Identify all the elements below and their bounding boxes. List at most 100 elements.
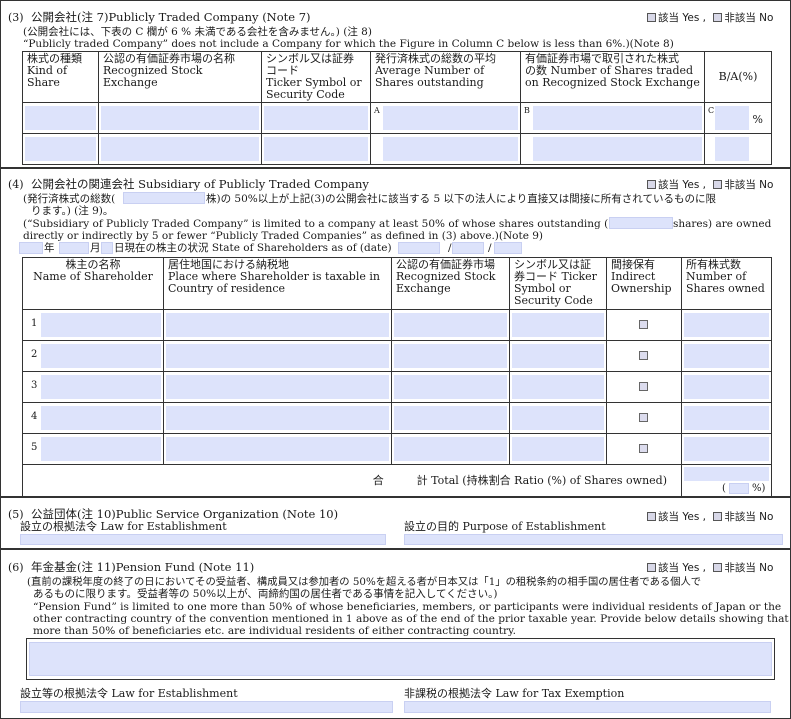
header-taxable-place: 居住地国における納税地 Place where Shareholder is t… xyxy=(163,257,392,310)
exchange-field-1[interactable] xyxy=(98,102,262,134)
taxable-place-field[interactable] xyxy=(163,340,392,372)
section-4-no-checkbox[interactable] xyxy=(713,180,723,189)
ba-percent-field-2[interactable] xyxy=(704,133,772,165)
section-6-details-field[interactable] xyxy=(29,642,772,676)
section-5-yes-checkbox[interactable] xyxy=(647,512,656,521)
shareholders-table: 株主の名称 Name of Shareholder 居住地国における納税地 Pl… xyxy=(22,257,772,497)
shareholder-name-field[interactable]: 5 xyxy=(22,433,164,465)
total-shares-field[interactable] xyxy=(684,467,769,481)
section-3-no-checkbox[interactable] xyxy=(713,13,723,22)
indirect-ownership-cell xyxy=(606,309,682,341)
shares-owned-field[interactable] xyxy=(681,340,772,372)
date-year-label: 年 xyxy=(44,242,55,254)
exchange-field[interactable] xyxy=(391,340,510,372)
section-3-title: 公開会社(注 7)Publicly Traded Company (Note 7… xyxy=(31,10,311,24)
avg-shares-field-a[interactable]: A xyxy=(370,102,521,134)
form-page: (3) 公開会社(注 7)Publicly Traded Company (No… xyxy=(0,0,791,719)
section-6-jp-line1: (直前の課税年度の終了の日においてその受益者、構成員又は参加者の 50%を超える… xyxy=(27,576,702,588)
shares-traded-field-2[interactable] xyxy=(520,133,705,165)
section-5-yes-no: 該当 Yes , 非該当 No xyxy=(647,509,773,524)
date-en-field-2[interactable] xyxy=(452,242,484,254)
total-shares-outstanding-jp-field[interactable] xyxy=(123,192,205,204)
section-5-no-checkbox[interactable] xyxy=(713,512,723,521)
section-4-yes-checkbox[interactable] xyxy=(647,180,656,189)
kind-of-share-field-1[interactable] xyxy=(22,102,99,134)
section-5-purpose-field[interactable] xyxy=(404,534,783,545)
shareholder-name-field[interactable]: 2 xyxy=(22,340,164,372)
shareholder-name-field[interactable]: 4 xyxy=(22,402,164,434)
exchange-field[interactable] xyxy=(391,371,510,403)
percent-sign: % xyxy=(752,113,763,126)
date-state-label: 日現在の株主の状況 State of Shareholders as of (d… xyxy=(114,242,392,254)
indirect-ownership-checkbox[interactable] xyxy=(639,351,648,360)
header-recognized-exchange: 公認の有価証券市場の名称 Recognized Stock Exchange xyxy=(98,51,262,103)
section-5-purpose-label: 設立の目的 Purpose of Establishment xyxy=(404,520,606,533)
section-5-law-field[interactable] xyxy=(20,534,386,545)
ticker-field[interactable] xyxy=(509,402,607,434)
indirect-ownership-checkbox[interactable] xyxy=(639,413,648,422)
total-row: 合 計 Total (持株割合 Ratio (%) of Shares owne… xyxy=(22,464,772,497)
date-month-jp-field[interactable] xyxy=(59,242,89,254)
shareholder-name-field[interactable]: 1 xyxy=(22,309,164,341)
avg-shares-field-2[interactable] xyxy=(370,133,521,165)
section-6-en-line1: “Pension Fund” is limited to one more th… xyxy=(33,601,782,613)
date-day-jp-field[interactable] xyxy=(101,242,113,254)
date-slash-2: / xyxy=(488,242,492,254)
shares-owned-field[interactable] xyxy=(681,402,772,434)
ticker-field[interactable] xyxy=(509,309,607,341)
section-6-no-checkbox[interactable] xyxy=(713,563,723,572)
no-label: 非該当 No xyxy=(724,562,774,574)
total-label-cell: 合 計 Total (持株割合 Ratio (%) of Shares owne… xyxy=(22,464,682,497)
indirect-ownership-checkbox[interactable] xyxy=(639,444,648,453)
ticker-field-2[interactable] xyxy=(261,133,371,165)
section-6-law-field[interactable] xyxy=(20,701,393,713)
total-ratio-field[interactable] xyxy=(729,483,749,494)
section-4-jp-line2: ります。) (注 9)。 xyxy=(31,205,114,217)
shares-owned-field[interactable] xyxy=(681,309,772,341)
date-year-jp-field[interactable] xyxy=(19,242,43,254)
no-label: 非該当 No xyxy=(724,179,774,191)
section-6-pension-fund: (6) 年金基金(注 11)Pension Fund (Note 11) 該当 … xyxy=(1,552,790,718)
section-3-yes-checkbox[interactable] xyxy=(647,13,656,22)
exchange-field[interactable] xyxy=(391,402,510,434)
shares-owned-field[interactable] xyxy=(681,371,772,403)
date-en-field-3[interactable] xyxy=(494,242,522,254)
section-3-number: (3) xyxy=(8,11,24,24)
section-6-law-label: 設立等の根拠法令 Law for Establishment xyxy=(20,687,238,700)
section-6-yes-no: 該当 Yes , 非該当 No xyxy=(647,560,773,575)
section-6-exempt-field[interactable] xyxy=(404,701,771,713)
ticker-field-1[interactable] xyxy=(261,102,371,134)
taxable-place-field[interactable] xyxy=(163,433,392,465)
ticker-field[interactable] xyxy=(509,340,607,372)
separator: , xyxy=(702,179,706,191)
section-4-jp-line1b: 株)の 50%以上が上記(3)の公開会社に該当する 5 以下の法人により直接又は… xyxy=(206,193,716,205)
ba-percent-field-c[interactable]: C% xyxy=(704,102,772,134)
separator: , xyxy=(702,511,706,523)
taxable-place-field[interactable] xyxy=(163,309,392,341)
indirect-ownership-checkbox[interactable] xyxy=(639,320,648,329)
total-shares-outstanding-en-field[interactable] xyxy=(609,217,673,229)
shareholder-name-field[interactable]: 3 xyxy=(22,371,164,403)
exchange-field[interactable] xyxy=(391,433,510,465)
exchange-field[interactable] xyxy=(391,309,510,341)
section-6-details-box xyxy=(26,638,775,680)
section-5-title: 公益団体(注 10)Public Service Organization (N… xyxy=(31,507,339,521)
yes-label: 該当 Yes xyxy=(658,12,700,24)
exchange-field-2[interactable] xyxy=(98,133,262,165)
date-month-label: 月 xyxy=(90,242,101,254)
kind-of-share-field-2[interactable] xyxy=(22,133,99,165)
indirect-ownership-checkbox[interactable] xyxy=(639,382,648,391)
section-6-yes-checkbox[interactable] xyxy=(647,563,656,572)
section-3-note-jp: (公開会社には、下表の C 欄が 6 % 未満である会社を含みません。) (注 … xyxy=(23,26,372,38)
date-en-field-1[interactable] xyxy=(398,242,440,254)
shares-traded-field-b[interactable]: B xyxy=(520,102,705,134)
shares-owned-field[interactable] xyxy=(681,433,772,465)
ticker-field[interactable] xyxy=(509,371,607,403)
separator: , xyxy=(702,562,706,574)
ticker-field[interactable] xyxy=(509,433,607,465)
section-4-en-line1a: (“Subsidiary of Publicly Traded Company”… xyxy=(23,218,609,230)
total-percent: %) xyxy=(752,483,766,494)
header-ticker-symbol: シンボル又は証 券コード Ticker Symbol or Security C… xyxy=(509,257,607,310)
taxable-place-field[interactable] xyxy=(163,402,392,434)
taxable-place-field[interactable] xyxy=(163,371,392,403)
